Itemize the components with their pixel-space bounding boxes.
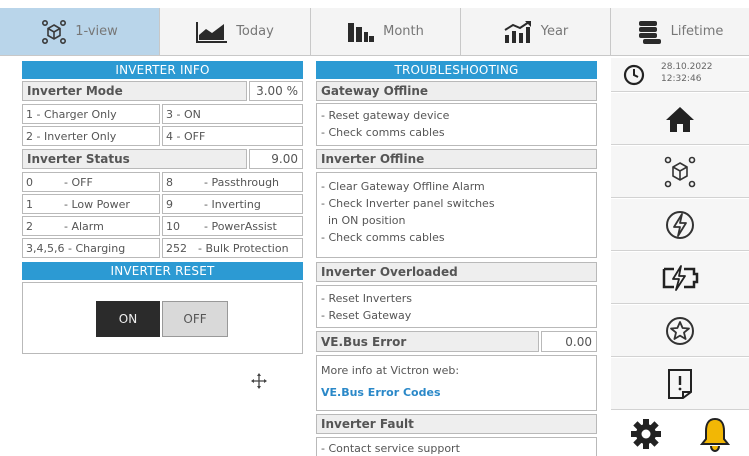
inverter-overloaded-steps: - Reset Inverters - Reset Gateway	[316, 285, 597, 328]
step-line: - Check comms cables	[321, 231, 445, 244]
status-text: - Alarm	[64, 219, 104, 233]
report-button[interactable]	[611, 358, 749, 410]
status-text: - Low Power	[64, 197, 130, 211]
inverter-info-header: INVERTER INFO	[22, 61, 303, 79]
inverter-status-label: Inverter Status	[22, 149, 247, 169]
tab-month[interactable]: Month	[311, 8, 461, 56]
battery-charge-icon	[662, 264, 699, 291]
tab-label: Today	[236, 24, 274, 39]
tab-today[interactable]: Today	[160, 8, 311, 56]
mode-option: 4 - OFF	[162, 126, 303, 146]
trend-chart-icon	[504, 20, 531, 43]
inverter-overloaded-heading: Inverter Overloaded	[316, 262, 597, 282]
step-line: - Check Inverter panel switches	[321, 197, 495, 210]
vebus-error-codes-link[interactable]: VE.Bus Error Codes	[321, 384, 592, 401]
area-chart-icon	[196, 21, 228, 43]
status-code: 3,4,5,6	[26, 241, 65, 255]
status-code: 8	[166, 175, 173, 189]
status-option: 3,4,5,6- Charging	[22, 238, 160, 258]
step-line: - Reset Gateway	[321, 309, 412, 322]
status-code: 252	[166, 241, 187, 255]
inverter-mode-value: 3.00 %	[249, 81, 303, 101]
gateway-offline-steps: - Reset gateway device - Check comms cab…	[316, 103, 597, 146]
inverter-status-value: 9.00	[249, 149, 303, 169]
inverter-offline-steps: - Clear Gateway Offline Alarm - Check In…	[316, 172, 597, 258]
mode-option: 3 - ON	[162, 104, 303, 124]
clock-row: 28.10.2022 12:32:46	[611, 58, 749, 92]
status-code: 9	[166, 197, 173, 211]
home-icon	[666, 106, 694, 132]
energy-icon	[666, 210, 694, 239]
step-line: in ON position	[321, 214, 406, 227]
inverter-offline-heading: Inverter Offline	[316, 149, 597, 169]
gear-icon[interactable]	[629, 417, 663, 451]
inverter-reset-header: INVERTER RESET	[22, 262, 303, 280]
inverter-fault-steps: - Contact service support	[316, 437, 597, 456]
battery-button[interactable]	[611, 252, 749, 304]
status-text: - OFF	[64, 175, 93, 189]
status-option: 0 - OFF	[22, 172, 160, 192]
home-button[interactable]	[611, 93, 749, 145]
inverter-fault-heading: Inverter Fault	[316, 414, 597, 434]
right-sidebar: 28.10.2022 12:32:46	[611, 58, 749, 456]
bell-icon[interactable]	[699, 416, 731, 452]
status-option: 2 - Alarm	[22, 216, 160, 236]
bar-chart-icon	[348, 22, 375, 42]
system-overview-button[interactable]	[611, 146, 749, 198]
step-line: - Clear Gateway Offline Alarm	[321, 180, 485, 193]
status-code: 1	[26, 197, 33, 211]
step-line: - Reset gateway device	[321, 109, 450, 122]
status-option: 1 - Low Power	[22, 194, 160, 214]
step-line: - Contact service support	[321, 442, 460, 455]
system-overview-icon	[664, 156, 696, 187]
gateway-offline-heading: Gateway Offline	[316, 81, 597, 101]
step-line: - Reset Inverters	[321, 292, 413, 305]
status-option: 10 - PowerAssist	[162, 216, 303, 236]
tab-1-view[interactable]: 1-view	[0, 8, 160, 56]
inverter-mode-label: Inverter Mode	[22, 81, 247, 101]
status-text: - Inverting	[204, 197, 261, 211]
vebus-info-text: More info at Victron web:	[321, 364, 460, 377]
status-text: - PowerAssist	[204, 219, 277, 233]
favorite-star-icon	[666, 316, 694, 345]
status-text: - Passthrough	[204, 175, 280, 189]
status-option: 9 - Inverting	[162, 194, 303, 214]
status-code: 0	[26, 175, 33, 189]
tab-lifetime[interactable]: Lifetime	[611, 8, 749, 56]
mode-option: 1 - Charger Only	[22, 104, 160, 124]
top-tab-bar: 1-view Today Month Year Lifetime	[0, 0, 749, 58]
cube-network-icon	[42, 19, 67, 44]
time-text: 12:32:46	[661, 74, 702, 84]
vebus-error-heading: VE.Bus Error	[316, 331, 539, 352]
tab-label: 1-view	[75, 24, 118, 39]
step-line: - Check comms cables	[321, 126, 445, 139]
clock-icon	[623, 64, 645, 86]
bottom-action-row	[611, 411, 749, 456]
favorites-button[interactable]	[611, 305, 749, 357]
report-icon	[668, 368, 692, 399]
status-text: - Charging	[68, 241, 126, 255]
troubleshooting-header: TROUBLESHOOTING	[316, 61, 597, 79]
status-code: 10	[166, 219, 180, 233]
status-option: 8 - Passthrough	[162, 172, 303, 192]
status-option: 252 - Bulk Protection	[162, 238, 303, 258]
move-cursor-icon	[251, 373, 267, 389]
vebus-info-panel: More info at Victron web: VE.Bus Error C…	[316, 355, 597, 411]
vebus-error-value: 0.00	[541, 331, 597, 352]
status-code: 2	[26, 219, 33, 233]
inverter-on-button[interactable]: ON	[96, 301, 160, 337]
status-text: - Bulk Protection	[198, 241, 289, 255]
inverter-off-button[interactable]: OFF	[162, 301, 228, 337]
energy-button[interactable]	[611, 199, 749, 251]
mode-option: 2 - Inverter Only	[22, 126, 160, 146]
tab-year[interactable]: Year	[461, 8, 611, 56]
tab-label: Year	[540, 24, 569, 39]
tab-label: Month	[383, 24, 424, 39]
tab-label: Lifetime	[670, 24, 724, 39]
coins-stack-icon	[638, 20, 661, 44]
date-text: 28.10.2022	[661, 62, 713, 72]
